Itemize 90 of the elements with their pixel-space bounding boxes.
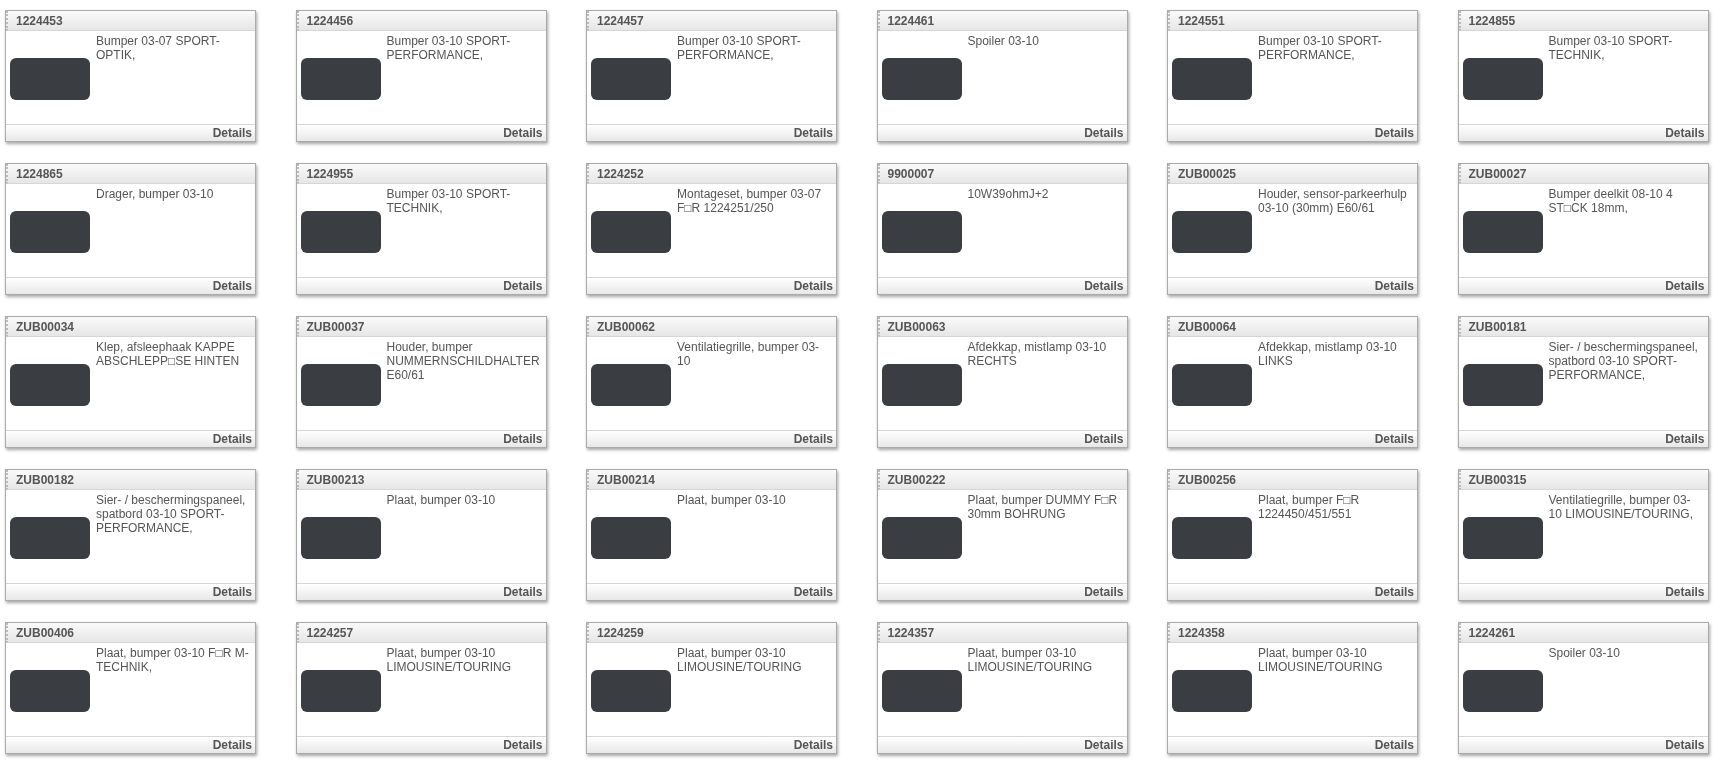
details-link[interactable]: Details xyxy=(793,738,833,752)
product-description: Spoiler 03-10 xyxy=(967,34,1040,50)
product-code: ZUB00034 xyxy=(16,319,75,334)
product-description: Ventilatiegrille, bumper 03-10 LIMOUSINE/TOURING, xyxy=(1548,493,1694,523)
product-code: 1224357 xyxy=(887,625,935,640)
product-code: 1224259 xyxy=(597,625,644,640)
product-description: Plaat, bumper 03-10 xyxy=(386,493,497,509)
details-link[interactable]: Details xyxy=(503,585,543,599)
details-link[interactable]: Details xyxy=(1665,738,1705,752)
product-code: 1224358 xyxy=(1178,625,1225,640)
product-code: 1224453 xyxy=(16,13,63,28)
product-description: Plaat, bumper F□R 1224450/451/551 xyxy=(1258,493,1361,523)
product-description: Ventilatiegrille, bumper 03-10 xyxy=(677,340,821,370)
details-link[interactable]: Details xyxy=(793,279,833,293)
product-description: Houder, sensor-parkeerhulp 03-10 (30mm) E60/61 xyxy=(1258,187,1408,217)
product-code: 1224456 xyxy=(306,13,354,28)
product-description: Bumper deelkit 08-10 4 ST□CK 18mm, xyxy=(1548,187,1674,217)
product-code: 1224551 xyxy=(1178,13,1225,28)
product-code: ZUB00213 xyxy=(306,472,365,487)
product-code: ZUB00025 xyxy=(1178,166,1237,181)
product-code: 1224257 xyxy=(306,625,354,640)
product-code: 1224855 xyxy=(1468,13,1516,28)
details-link[interactable]: Details xyxy=(212,279,252,293)
details-link[interactable]: Details xyxy=(1374,738,1414,752)
details-link[interactable]: Details xyxy=(793,432,833,446)
details-link[interactable]: Details xyxy=(1665,585,1705,599)
details-link[interactable]: Details xyxy=(793,585,833,599)
product-description: Klep, afsleephaak KAPPE ABSCHLEPP□SE HINTEN xyxy=(96,340,241,370)
product-description: Afdekkap, mistlamp 03-10 LINKS xyxy=(1258,340,1398,370)
product-code: ZUB00027 xyxy=(1468,166,1527,181)
product-description: Sier- / beschermingspaneel, spatbord 03-10 SPORT-PERFORMANCE, xyxy=(96,493,247,537)
details-link[interactable]: Details xyxy=(503,279,543,293)
product-code: ZUB00062 xyxy=(597,319,656,334)
product-description: Bumper 03-10 SPORT-PERFORMANCE, xyxy=(677,34,802,64)
details-link[interactable]: Details xyxy=(1084,126,1124,140)
product-description: Bumper 03-10 SPORT-PERFORMANCE, xyxy=(386,34,512,64)
details-link[interactable]: Details xyxy=(1374,585,1414,599)
details-link[interactable]: Details xyxy=(212,126,252,140)
details-link[interactable]: Details xyxy=(1665,126,1705,140)
product-description: Plaat, bumper DUMMY F□R 30mm BOHRUNG xyxy=(967,493,1119,523)
product-code: 9900007 xyxy=(887,166,935,181)
details-link[interactable]: Details xyxy=(1665,432,1705,446)
product-description: Montageset, bumper 03-07 F□R 1224251/250 xyxy=(677,187,823,217)
product-code: ZUB00222 xyxy=(887,472,946,487)
product-description: Drager, bumper 03-10 xyxy=(96,187,215,203)
details-link[interactable]: Details xyxy=(503,126,543,140)
details-link[interactable]: Details xyxy=(503,432,543,446)
product-description: Houder, bumper NUMMERNSCHILDHALTER E60/61 xyxy=(386,340,541,384)
product-code: 1224457 xyxy=(597,13,644,28)
product-description: Plaat, bumper 03-10 xyxy=(677,493,787,509)
details-link[interactable]: Details xyxy=(1084,738,1124,752)
product-description: Bumper 03-07 SPORT-OPTIK, xyxy=(96,34,221,64)
product-description: Plaat, bumper 03-10 LIMOUSINE/TOURING xyxy=(677,646,803,676)
details-link[interactable]: Details xyxy=(1084,585,1124,599)
product-description: Afdekkap, mistlamp 03-10 RECHTS xyxy=(967,340,1108,370)
product-description: Spoiler 03-10 xyxy=(1548,646,1621,662)
product-code: ZUB00063 xyxy=(887,319,946,334)
product-description: Bumper 03-10 SPORT-TECHNIK, xyxy=(1548,34,1674,64)
details-link[interactable]: Details xyxy=(793,126,833,140)
product-code: ZUB00315 xyxy=(1468,472,1527,487)
details-link[interactable]: Details xyxy=(1374,279,1414,293)
details-link[interactable]: Details xyxy=(212,432,252,446)
product-code: ZUB00214 xyxy=(597,472,656,487)
details-link[interactable]: Details xyxy=(1374,126,1414,140)
product-code: 1224252 xyxy=(597,166,644,181)
product-description: Plaat, bumper 03-10 LIMOUSINE/TOURING xyxy=(386,646,512,676)
product-description: Plaat, bumper 03-10 LIMOUSINE/TOURING xyxy=(1258,646,1384,676)
product-description: Bumper 03-10 SPORT-PERFORMANCE, xyxy=(1258,34,1383,64)
details-link[interactable]: Details xyxy=(212,738,252,752)
product-code: ZUB00181 xyxy=(1468,319,1527,334)
product-description: Bumper 03-10 SPORT-TECHNIK, xyxy=(386,187,512,217)
product-code: 1224461 xyxy=(887,13,935,28)
product-code: ZUB00064 xyxy=(1178,319,1237,334)
product-code: ZUB00037 xyxy=(306,319,365,334)
product-code: 1224865 xyxy=(16,166,63,181)
details-link[interactable]: Details xyxy=(1084,279,1124,293)
product-code: ZUB00182 xyxy=(16,472,75,487)
details-link[interactable]: Details xyxy=(503,738,543,752)
product-description: Plaat, bumper 03-10 F□R M-TECHNIK, xyxy=(96,646,250,676)
details-link[interactable]: Details xyxy=(212,585,252,599)
product-code: ZUB00256 xyxy=(1178,472,1237,487)
details-link[interactable]: Details xyxy=(1374,432,1414,446)
product-description: Sier- / beschermingspaneel, spatbord 03-10 SPORT-PERFORMANCE, xyxy=(1548,340,1699,384)
product-code: 1224955 xyxy=(306,166,354,181)
product-description: Plaat, bumper 03-10 LIMOUSINE/TOURING xyxy=(967,646,1093,676)
product-description: 10W39ohmJ+2 xyxy=(967,187,1050,203)
details-link[interactable]: Details xyxy=(1084,432,1124,446)
product-code: ZUB00406 xyxy=(16,625,75,640)
product-code: 1224261 xyxy=(1468,625,1516,640)
details-link[interactable]: Details xyxy=(1665,279,1705,293)
